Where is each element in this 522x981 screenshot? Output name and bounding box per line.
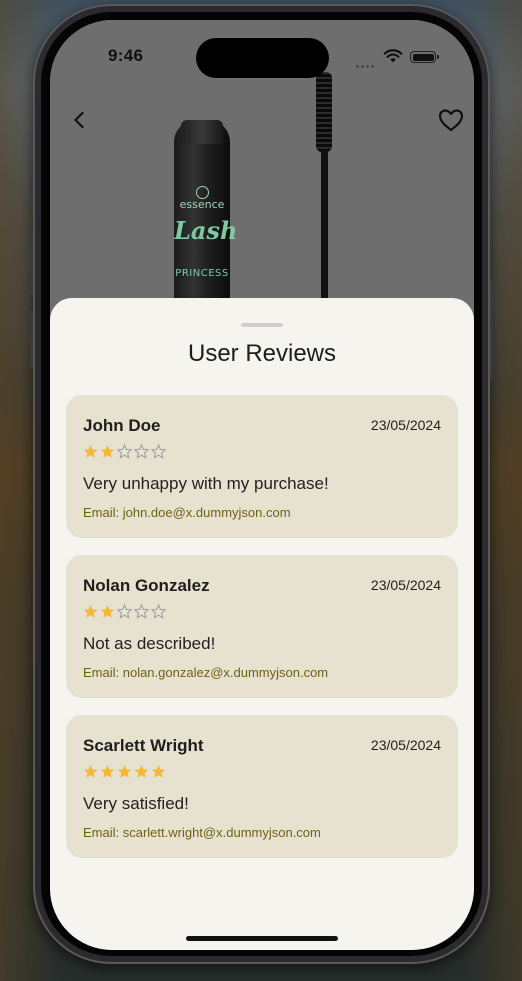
star-filled-icon [100, 765, 115, 778]
product-name-text: Lash [174, 216, 238, 245]
star-rating [83, 764, 168, 780]
battery-icon [410, 51, 439, 63]
status-bar-time: 9:46 [108, 46, 144, 65]
review-comment: Not as described! [83, 634, 216, 653]
back-button[interactable] [66, 106, 94, 134]
review-comment: Very satisfied! [83, 794, 189, 813]
product-brand-text: essence [179, 198, 225, 211]
reviews-bottom-sheet: User Reviews John Doe 23/05/2024 Very un… [50, 298, 474, 950]
star-empty-icon [117, 604, 132, 619]
review-comment: Very unhappy with my purchase! [83, 474, 329, 493]
home-indicator[interactable] [186, 936, 338, 941]
review-card: John Doe 23/05/2024 Very unhappy with my… [66, 395, 458, 538]
phone-volume-up-button [30, 236, 33, 294]
review-date: 23/05/2024 [370, 417, 441, 433]
star-filled-icon [151, 765, 166, 778]
reviewer-name: Nolan Gonzalez [83, 576, 210, 595]
dynamic-island [196, 38, 329, 78]
cellular-signal-icon [356, 55, 378, 68]
star-filled-icon [100, 605, 115, 618]
mascara-wand-stick [321, 150, 328, 310]
wifi-icon [383, 49, 403, 63]
app-screen: essence Lash PRINCESS 9:46 User Reviews [50, 20, 474, 950]
reviewer-name: Scarlett Wright [83, 736, 204, 755]
phone-action-button [30, 174, 33, 200]
phone-volume-down-button [30, 310, 33, 368]
star-empty-icon [134, 444, 149, 459]
star-empty-icon [151, 604, 166, 619]
star-filled-icon [100, 445, 115, 458]
reviewer-email: Email: scarlett.wright@x.dummyjson.com [83, 825, 321, 840]
reviewer-name: John Doe [83, 416, 161, 435]
review-date: 23/05/2024 [370, 737, 441, 753]
chevron-left-icon [74, 111, 84, 129]
star-filled-icon [117, 765, 132, 778]
star-empty-icon [117, 444, 132, 459]
star-filled-icon [83, 605, 98, 618]
phone-frame: essence Lash PRINCESS 9:46 User Reviews [30, 4, 493, 964]
reviewer-email: Email: john.doe@x.dummyjson.com [83, 505, 291, 520]
favorite-button[interactable] [436, 106, 466, 134]
heart-outline-icon [438, 109, 464, 132]
star-rating [83, 444, 168, 460]
review-date: 23/05/2024 [370, 577, 441, 593]
mascara-tube-neck [181, 120, 223, 144]
star-filled-icon [134, 765, 149, 778]
sheet-title: User Reviews [187, 340, 337, 367]
star-filled-icon [83, 765, 98, 778]
review-card: Scarlett Wright 23/05/2024 Very satisfie… [66, 715, 458, 858]
product-subname-text: PRINCESS [175, 268, 229, 279]
star-empty-icon [134, 604, 149, 619]
mascara-wand-brush [316, 72, 332, 152]
phone-power-button [490, 279, 493, 379]
star-empty-icon [151, 444, 166, 459]
review-list[interactable]: John Doe 23/05/2024 Very unhappy with my… [66, 395, 458, 875]
reviewer-email: Email: nolan.gonzalez@x.dummyjson.com [83, 665, 329, 680]
review-card: Nolan Gonzalez 23/05/2024 Not as describ… [66, 555, 458, 698]
star-rating [83, 604, 168, 620]
star-filled-icon [83, 445, 98, 458]
sheet-drag-handle[interactable] [241, 323, 283, 327]
